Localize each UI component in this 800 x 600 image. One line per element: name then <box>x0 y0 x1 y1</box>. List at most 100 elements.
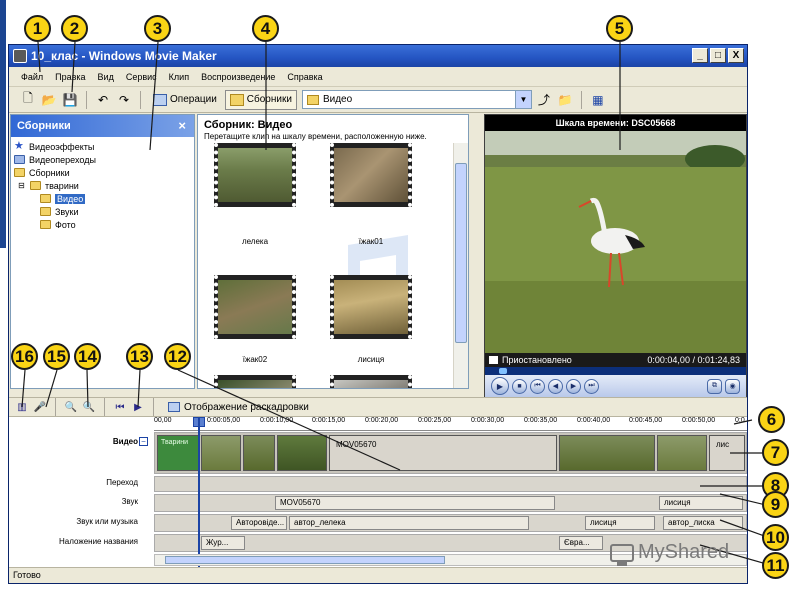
music-clip[interactable]: лисиця <box>585 516 655 530</box>
narrate-timeline-icon[interactable]: 🎤 <box>33 400 47 414</box>
audio-clip[interactable]: MOV05670 <box>275 496 555 510</box>
clip-thumbnail[interactable] <box>214 275 296 339</box>
rewind-button[interactable]: ◀ <box>548 378 563 394</box>
tree-item-collections[interactable]: Сборники <box>14 166 194 179</box>
title-overlay-clip[interactable]: Євра... <box>559 536 603 550</box>
title-bar[interactable]: 10_клас - Windows Movie Maker _ □ X <box>9 45 747 67</box>
seek-bar[interactable] <box>485 367 746 375</box>
callout-marker: 2 <box>61 15 88 42</box>
stop-button[interactable]: ■ <box>512 378 527 394</box>
tree-item-animals[interactable]: ⊟ тварини <box>14 179 194 192</box>
video-clip[interactable] <box>657 435 707 471</box>
close-pane-icon[interactable]: × <box>178 118 186 133</box>
save-project-icon[interactable]: 💾 <box>61 91 79 109</box>
callout-marker: 9 <box>762 491 789 518</box>
clip-thumbnail[interactable] <box>330 375 412 388</box>
menu-playback[interactable]: Воспроизведение <box>201 72 275 82</box>
menu-help[interactable]: Справка <box>287 72 322 82</box>
tree-item-photos[interactable]: Фото <box>14 218 194 231</box>
scrollbar-thumb[interactable] <box>165 556 445 564</box>
seek-handle[interactable] <box>499 368 507 374</box>
new-folder-icon[interactable]: 📁 <box>556 91 574 109</box>
tree-item-video[interactable]: Видео <box>14 192 194 205</box>
menu-bar: Файл Правка Вид Сервис Клип Воспроизведе… <box>9 67 747 87</box>
clip-thumbnail[interactable] <box>214 143 296 207</box>
collapse-icon[interactable]: ⊟ <box>18 181 26 190</box>
minimize-button[interactable]: _ <box>692 48 708 63</box>
tree-item-sounds[interactable]: Звуки <box>14 205 194 218</box>
split-clip-icon[interactable]: ⧉ <box>707 378 722 394</box>
menu-file[interactable]: Файл <box>21 72 43 82</box>
take-picture-icon[interactable]: ◉ <box>725 378 740 394</box>
playhead[interactable] <box>198 417 200 567</box>
clip-image <box>218 380 292 388</box>
operations-label: Операции <box>170 94 217 105</box>
video-clip[interactable] <box>559 435 655 471</box>
undo-icon[interactable]: ↶ <box>94 91 112 109</box>
clip-label: лелека <box>241 237 269 246</box>
play-button[interactable]: ▶ <box>491 377 509 395</box>
audio-clip[interactable]: лисиця <box>659 496 743 510</box>
title-overlay-clip[interactable]: Жур... <box>201 536 245 550</box>
callout-marker: 5 <box>606 15 633 42</box>
up-folder-icon[interactable]: ⤴ <box>535 91 553 109</box>
time-ruler[interactable]: 00,00 0:00:05,00 0:00:10,00 0:00:15,00 0:00:… <box>154 417 747 431</box>
video-clip[interactable] <box>243 435 275 471</box>
maximize-button[interactable]: □ <box>710 48 726 63</box>
tree-item-video-transitions[interactable]: Видеопереходы <box>14 153 194 166</box>
music-clip[interactable]: Авторовіде... <box>231 516 287 530</box>
scrollbar-thumb[interactable] <box>455 163 467 343</box>
show-storyboard-label: Отображение раскадровки <box>184 401 309 413</box>
film-frame <box>330 275 412 339</box>
video-clip-long[interactable]: MOV05670 <box>329 435 557 471</box>
redo-icon[interactable]: ↷ <box>115 91 133 109</box>
menu-view[interactable]: Вид <box>98 72 114 82</box>
tree-item-label: Фото <box>55 219 76 230</box>
menu-tools[interactable]: Сервис <box>126 72 157 82</box>
clip-thumbnail[interactable] <box>330 143 412 207</box>
zoom-out-icon[interactable]: 🔍 <box>82 400 96 414</box>
open-project-icon[interactable]: 📂 <box>40 91 58 109</box>
stork-scene <box>485 131 746 353</box>
forward-button[interactable]: ▶ <box>566 378 581 394</box>
menu-edit[interactable]: Правка <box>55 72 85 82</box>
close-button[interactable]: X <box>728 48 744 63</box>
tasks-icon <box>153 93 167 106</box>
music-clip[interactable]: автор_лелека <box>289 516 529 530</box>
collections-button[interactable]: Сборники <box>224 89 297 110</box>
callout-marker: 16 <box>11 343 38 370</box>
chevron-down-icon[interactable]: ▼ <box>514 91 531 108</box>
title-clip[interactable]: Тварини <box>157 435 199 471</box>
callout-marker: 14 <box>74 343 101 370</box>
track-label-video: Видео <box>112 437 138 446</box>
next-frame-button[interactable]: ⏭ <box>584 378 599 394</box>
collections-pane-title: Сборники <box>17 120 71 132</box>
clip-label: їжак01 <box>358 237 384 246</box>
operations-button[interactable]: Операции <box>148 90 222 110</box>
ruler-tick-label: 00,00 <box>154 417 172 424</box>
previous-frame-button[interactable]: ⏮ <box>530 378 545 394</box>
music-clip[interactable]: автор_лиска <box>663 516 743 530</box>
film-frame <box>214 143 296 207</box>
video-clip[interactable] <box>201 435 241 471</box>
ruler-tick-label: 0:00:35,00 <box>524 417 558 424</box>
video-clip-tail[interactable]: лис <box>709 435 745 471</box>
clip-thumbnail[interactable] <box>330 275 412 339</box>
tree-item-video-effects[interactable]: ★ Видеоэффекты <box>14 140 194 153</box>
zoom-in-icon[interactable]: 🔍 <box>64 400 78 414</box>
play-timeline-icon[interactable]: ▶ <box>131 400 145 414</box>
clip-pane-scrollbar[interactable] <box>453 143 468 388</box>
new-project-icon[interactable]: 🗋 <box>19 91 37 109</box>
menu-clip[interactable]: Клип <box>169 72 189 82</box>
preview-video <box>485 131 746 353</box>
clip-thumbnail[interactable] <box>214 375 296 388</box>
set-audio-levels-icon[interactable]: ▥ <box>15 400 29 414</box>
collection-select[interactable]: Видео ▼ <box>301 90 532 109</box>
rewind-timeline-icon[interactable]: ⏮ <box>113 400 127 414</box>
tree-item-label: Звуки <box>55 206 79 217</box>
show-storyboard-button[interactable]: Отображение раскадровки <box>168 402 309 413</box>
toolbar-separator <box>104 398 105 416</box>
video-clip[interactable] <box>277 435 327 471</box>
views-icon[interactable]: ▦ <box>589 91 607 109</box>
callout-marker: 4 <box>252 15 279 42</box>
